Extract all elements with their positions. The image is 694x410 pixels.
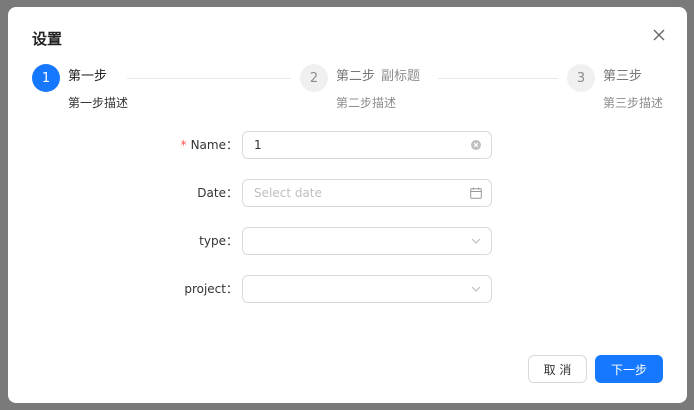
project-label: project： <box>184 275 238 303</box>
close-button[interactable] <box>649 25 669 45</box>
modal-title: 设置 <box>32 30 63 48</box>
close-icon <box>653 29 665 41</box>
name-label-colon: ： <box>225 138 238 152</box>
type-label-text: type <box>199 234 226 248</box>
step-2-title-text: 第二步 <box>336 69 376 84</box>
step-connector-1 <box>127 78 291 79</box>
form-row-date: Date： <box>8 179 687 207</box>
chevron-down-icon <box>471 286 481 292</box>
steps-bar: 1 第一步 第一步描述 2 第二步 副标题 第二步描述 3 第三步 第三步描述 <box>32 64 672 114</box>
date-picker[interactable] <box>242 179 492 207</box>
step-3-title: 第三步 <box>603 67 642 87</box>
form-row-name: * Name： <box>8 131 687 159</box>
step-3-title-text: 第三步 <box>603 69 643 84</box>
type-label: type： <box>199 227 238 255</box>
step-1-description: 第一步描述 <box>68 96 129 110</box>
name-field[interactable] <box>242 131 492 159</box>
step-3-description: 第三步描述 <box>603 96 664 110</box>
calendar-icon <box>470 187 482 199</box>
step-2-description: 第二步描述 <box>336 96 397 110</box>
type-label-colon: ： <box>225 234 238 248</box>
project-dropdown-arrow[interactable] <box>470 283 482 295</box>
form-row-type: type： <box>8 227 687 255</box>
step-3-number: 3 <box>567 64 595 92</box>
date-label: Date： <box>197 179 238 207</box>
date-label-colon: ： <box>225 186 238 200</box>
type-dropdown-arrow[interactable] <box>470 235 482 247</box>
date-label-text: Date <box>197 186 226 200</box>
name-label: * Name： <box>181 131 238 159</box>
step-1-title: 第一步 <box>68 67 107 87</box>
step-connector-2 <box>438 78 558 79</box>
name-label-text: Name <box>190 138 226 152</box>
project-select[interactable] <box>242 275 492 303</box>
name-input[interactable] <box>254 132 454 158</box>
chevron-down-icon <box>471 238 481 244</box>
step-2-title: 第二步 副标题 <box>336 67 420 87</box>
project-label-text: project <box>184 282 226 296</box>
type-select[interactable] <box>242 227 492 255</box>
project-label-colon: ： <box>225 282 238 296</box>
date-input[interactable] <box>254 180 454 206</box>
required-mark: * <box>180 138 187 152</box>
step-1-title-text: 第一步 <box>68 69 108 84</box>
cancel-button[interactable]: 取 消 <box>528 355 587 383</box>
calendar-button[interactable] <box>470 187 482 199</box>
step-2-subtitle: 副标题 <box>381 69 421 84</box>
settings-modal: 设置 1 第一步 第一步描述 2 第二步 副标题 第二步描述 3 第三步 第三步描… <box>8 7 687 403</box>
clear-button[interactable] <box>470 139 482 151</box>
step-1-number: 1 <box>32 64 60 92</box>
clear-circle-icon <box>471 140 481 150</box>
step-2-number: 2 <box>300 64 328 92</box>
next-step-button[interactable]: 下一步 <box>595 355 663 383</box>
form-row-project: project： <box>8 275 687 303</box>
